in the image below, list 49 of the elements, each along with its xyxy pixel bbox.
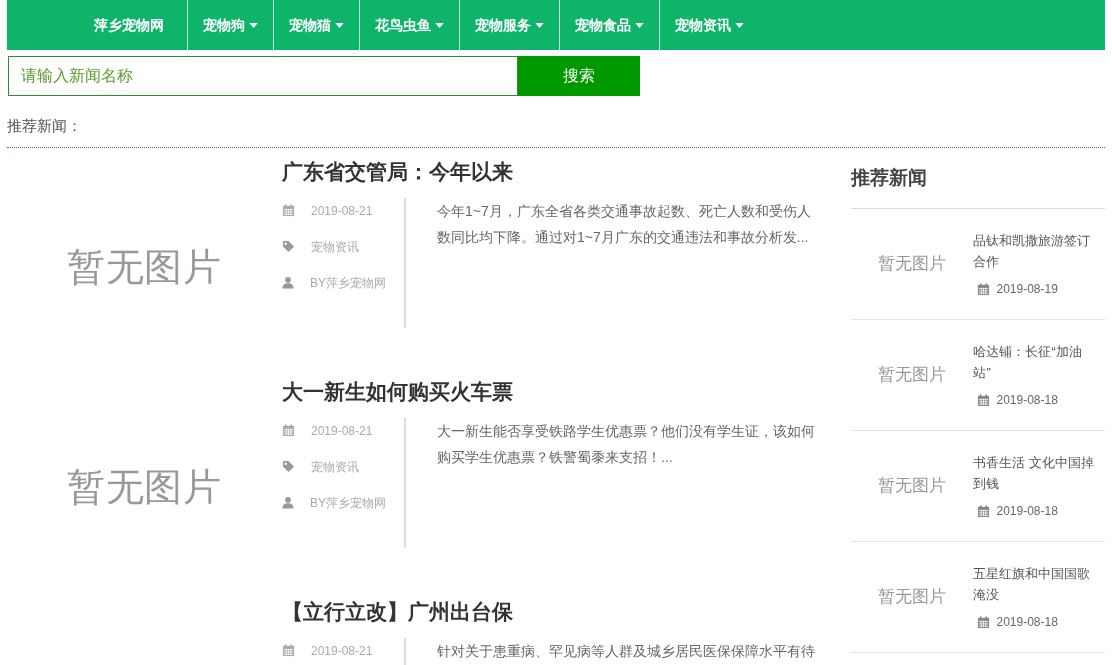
sidebar-title: 推荐新闻 [851,163,1105,209]
sidebar-news-date: 2019-08-18 [996,614,1058,631]
calendar-icon [282,424,295,437]
article-date: 2019-08-21 [311,422,373,440]
nav-item[interactable]: 花鸟虫鱼 [359,0,459,50]
article-date: 2019-08-21 [311,642,373,660]
article-date: 2019-08-21 [311,202,373,220]
brand-link[interactable]: 萍乡宠物网 [7,0,187,50]
sidebar-news-date: 2019-08-18 [996,503,1058,520]
calendar-icon [977,504,991,518]
user-icon [282,496,294,509]
nav-item[interactable]: 宠物狗 [187,0,273,50]
calendar-icon [977,282,991,296]
sidebar-news-title[interactable]: 品钛和凯撒旅游签订合作 [973,230,1105,272]
calendar-icon [977,615,991,629]
tag-icon [282,240,295,253]
article-excerpt: 大一新生能否享受铁路学生优惠票？他们没有学生证，该如何购买学生优惠票？铁警蜀黍来支招！... [437,421,816,467]
nav-item[interactable]: 宠物资讯 [659,0,759,50]
search-field[interactable]: 请输入新闻名称 [8,56,518,96]
calendar-icon [977,393,991,407]
no-image-notice: 暂无图片 [877,475,948,498]
no-image-notice: 暂无图片 [65,465,224,510]
no-image-notice: 暂无图片 [877,253,948,276]
sidebar-news-title[interactable]: 五星红旗和中国国歌淹没 [973,563,1105,605]
section-label: 推荐新闻： [7,116,83,136]
sidebar-news-date: 2019-08-18 [996,392,1058,409]
article-excerpt: 针对关于患重病、罕见病等人群及城乡居民医保保障水平有待 [437,641,816,661]
article-title[interactable]: 大一新生如何购买火车票 [282,377,826,406]
sidebar-news-title[interactable]: 书香生活 文化中国掉到钱 [973,452,1105,494]
nav-item[interactable]: 宠物食品 [559,0,659,50]
article-author: BY萍乡宠物网 [310,274,386,292]
user-icon [282,276,294,289]
no-image-notice: 暂无图片 [65,245,224,290]
sidebar-news-date: 2019-08-19 [996,281,1058,298]
nav-item[interactable]: 宠物猫 [273,0,359,50]
no-image-notice: 暂无图片 [877,364,948,387]
article-title[interactable]: 【立行立改】广州出台保 [282,597,826,626]
article-excerpt: 今年1~7月，广东全省各类交通事故起数、死亡人数和受伤人数同比均下降。通过对1~7月广东的交通违法和事故分析发... [437,201,812,247]
search-button[interactable]: 搜索 [518,56,640,96]
calendar-icon [282,644,295,657]
article-category[interactable]: 宠物资讯 [311,237,359,256]
article-title[interactable]: 广东省交管局：今年以来 [282,157,826,186]
article-author: BY萍乡宠物网 [310,494,386,512]
no-image-notice: 暂无图片 [877,586,948,609]
tag-icon [282,460,295,473]
nav-item[interactable]: 宠物服务 [459,0,559,50]
article-category[interactable]: 宠物资讯 [311,457,359,476]
sidebar-news-title[interactable]: 哈达铺：长征“加油站” [973,341,1105,383]
calendar-icon [282,204,295,217]
